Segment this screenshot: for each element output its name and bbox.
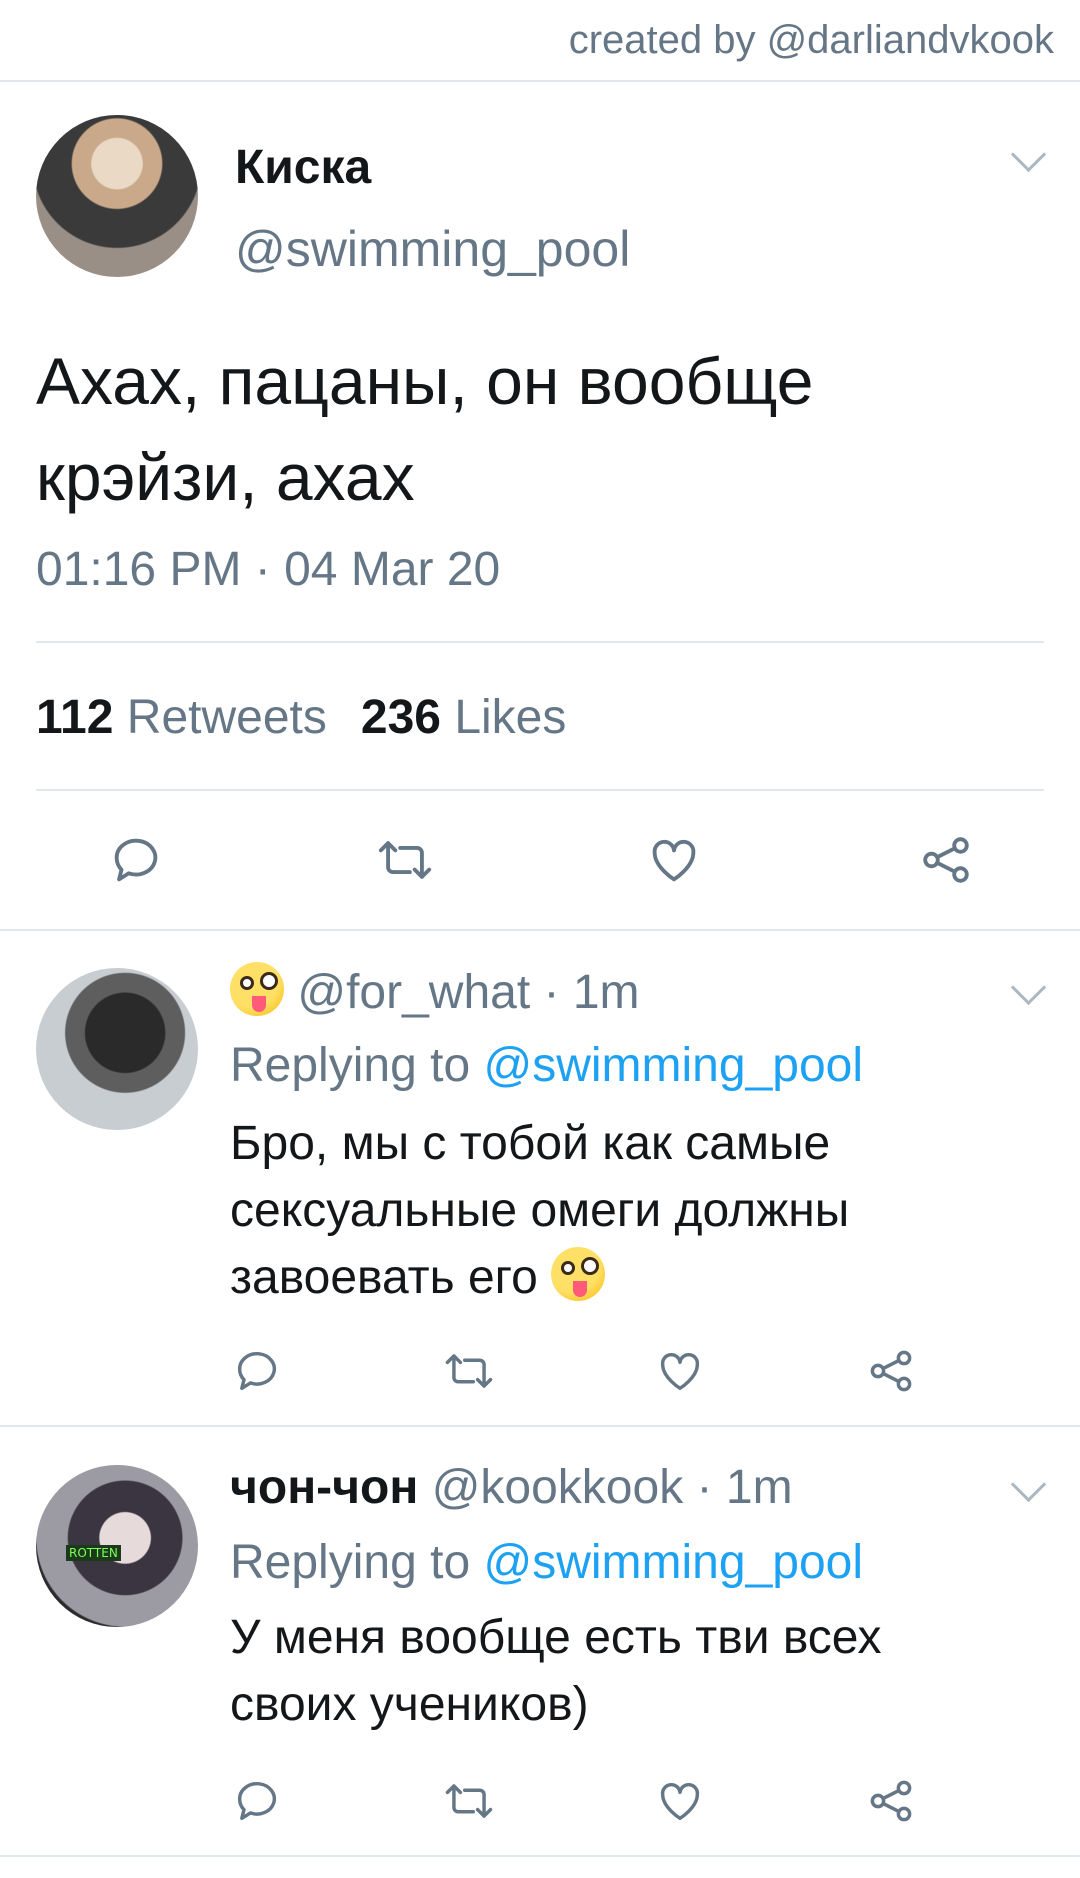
avatar-tag: ROTTEN — [66, 1545, 121, 1561]
tweet-text-line: крэйзи, ахах — [36, 440, 415, 514]
avatar[interactable] — [36, 115, 198, 277]
tweet-timestamp[interactable]: 01:16 PM · 04 Mar 20 — [36, 542, 500, 597]
zany-face-icon — [230, 962, 284, 1016]
credit-text: created by @darliandvkook — [568, 18, 1054, 62]
retweet-icon[interactable] — [441, 1775, 497, 1827]
replying-prefix: Replying to — [230, 1039, 471, 1092]
author-handle[interactable]: @swimming_pool — [235, 220, 630, 278]
reply-text-line: завоевать его — [230, 1244, 1030, 1311]
avatar[interactable] — [36, 968, 198, 1130]
retweets-label[interactable]: Retweets — [127, 691, 327, 744]
reply-text-line: своих учеников) — [230, 1678, 589, 1731]
tweet-text: Ахах, пацаны, он вообще крэйзи, ахах — [36, 333, 1036, 525]
reply-time: · 1m — [543, 966, 640, 1019]
likes-count[interactable]: 236 — [361, 691, 441, 744]
reply-header: чон-чон @kookkook · 1m — [230, 1460, 793, 1515]
retweet-icon[interactable] — [373, 831, 437, 889]
share-icon[interactable] — [917, 831, 975, 889]
reply-icon[interactable] — [107, 831, 165, 889]
likes-label[interactable]: Likes — [454, 691, 566, 744]
tweet-text-line: Ахах, пацаны, он вообще — [36, 344, 814, 418]
like-icon[interactable] — [645, 831, 703, 889]
like-icon[interactable] — [654, 1775, 706, 1827]
like-icon[interactable] — [654, 1345, 706, 1397]
tweet-stats: 112 Retweets 236 Likes — [36, 690, 566, 745]
retweets-count[interactable]: 112 — [36, 691, 113, 744]
replying-to-link[interactable]: @swimming_pool — [483, 1536, 863, 1589]
chevron-down-icon[interactable] — [1010, 136, 1047, 173]
reply-text-line: Бро, мы с тобой как самые — [230, 1117, 831, 1170]
divider — [0, 929, 1080, 931]
divider — [0, 1425, 1080, 1427]
replying-prefix: Replying to — [230, 1536, 471, 1589]
reply-handle[interactable]: @for_what — [297, 966, 530, 1019]
reply-handle[interactable]: @kookkook — [432, 1461, 684, 1514]
chevron-down-icon[interactable] — [1010, 969, 1047, 1006]
share-icon[interactable] — [865, 1345, 917, 1397]
retweet-icon[interactable] — [441, 1345, 497, 1397]
avatar[interactable]: ROTTEN — [36, 1465, 198, 1627]
reply-text-line: У меня вообще есть тви всех — [230, 1611, 882, 1664]
divider — [36, 789, 1044, 791]
author-name[interactable]: Киска — [235, 140, 371, 195]
replying-to: Replying to @swimming_pool — [230, 1535, 863, 1590]
header-divider — [0, 80, 1080, 82]
reply-text: Бро, мы с тобой как самые сексуальные ом… — [230, 1110, 1030, 1311]
zany-face-icon — [551, 1247, 606, 1301]
reply-header: @for_what · 1m — [230, 962, 640, 1020]
reply-icon[interactable] — [231, 1345, 283, 1397]
divider — [36, 641, 1044, 643]
reply-text: У меня вообще есть тви всех своих ученик… — [230, 1604, 1030, 1738]
reply-name[interactable]: чон-чон — [230, 1461, 418, 1514]
reply-time: · 1m — [696, 1461, 793, 1514]
share-icon[interactable] — [865, 1775, 917, 1827]
chevron-down-icon[interactable] — [1010, 1466, 1047, 1503]
reply-icon[interactable] — [231, 1775, 283, 1827]
replying-to: Replying to @swimming_pool — [230, 1038, 863, 1093]
reply-text-line: сексуальные омеги должны — [230, 1184, 850, 1237]
divider — [0, 1855, 1080, 1857]
replying-to-link[interactable]: @swimming_pool — [483, 1039, 863, 1092]
